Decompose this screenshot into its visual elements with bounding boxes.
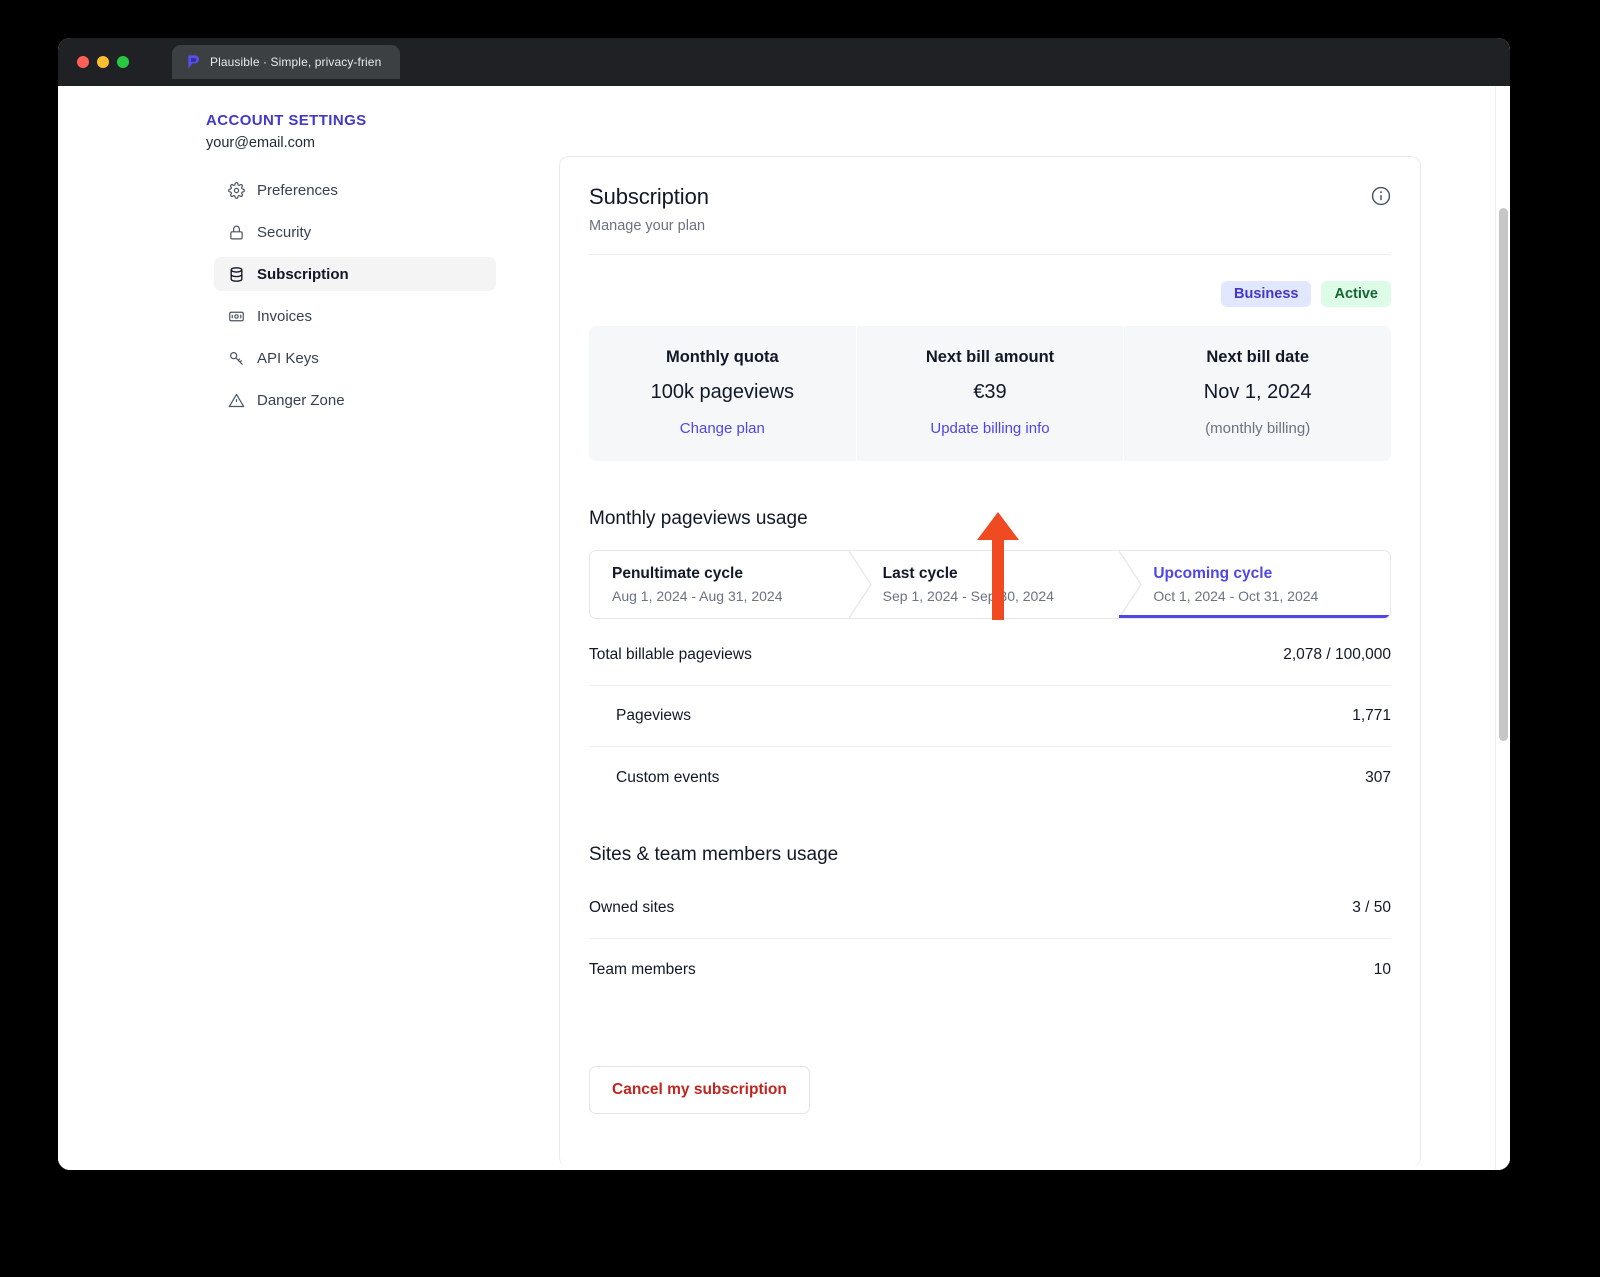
row-value: 10 <box>1373 960 1391 978</box>
warning-triangle-icon <box>228 393 245 407</box>
cycle-range: Aug 1, 2024 - Aug 31, 2024 <box>612 588 783 604</box>
table-row: Custom events 307 <box>589 747 1391 808</box>
stat-next-bill-amount: Next bill amount €39 Update billing info <box>855 326 1124 461</box>
stat-label: Monthly quota <box>665 348 779 366</box>
sidebar-item-preferences[interactable]: Preferences <box>214 173 496 207</box>
row-value: 1,771 <box>1352 707 1391 724</box>
stat-value: Nov 1, 2024 <box>1203 381 1312 403</box>
browser-window: Plausible · Simple, privacy-frien ACCOUN… <box>58 38 1510 1170</box>
lock-icon <box>230 225 243 239</box>
stat-value: €39 <box>973 381 1007 403</box>
stat-next-bill-date: Next bill date Nov 1, 2024 (monthly bill… <box>1123 326 1391 461</box>
sites-usage-rows: Owned sites 3 / 50 Team members 10 <box>560 878 1420 1000</box>
cycle-range: Sep 1, 2024 - Sep 30, 2024 <box>882 588 1054 604</box>
tab-last-cycle[interactable]: Last cycle Sep 1, 2024 - Sep 30, 2024 <box>848 551 1120 618</box>
browser-titlebar: Plausible · Simple, privacy-frien <box>58 38 1510 86</box>
sidebar-nav: Preferences Security Subscription Invoic… <box>206 173 496 425</box>
minimize-button[interactable] <box>97 56 109 68</box>
pageviews-usage-heading: Monthly pageviews usage <box>589 508 808 529</box>
subscription-badges: Business Active <box>560 255 1420 307</box>
sites-usage-heading: Sites & team members usage <box>589 844 839 865</box>
card-header: Subscription Manage your plan <box>560 157 1420 234</box>
row-label: Total billable pageviews <box>589 646 752 663</box>
row-value: 307 <box>1365 768 1391 786</box>
row-value: 3 / 50 <box>1352 899 1391 916</box>
plan-badge: Business <box>1220 281 1312 307</box>
vertical-scrollbar-track[interactable] <box>1495 86 1510 1170</box>
cancel-subscription-area: Cancel my subscription <box>560 1066 1420 1114</box>
pageviews-usage-rows: Total billable pageviews 2,078 / 100,000… <box>560 625 1420 808</box>
tab-penultimate-cycle[interactable]: Penultimate cycle Aug 1, 2024 - Aug 31, … <box>590 551 849 618</box>
sidebar-item-label: Security <box>257 223 312 241</box>
page-content: ACCOUNT SETTINGS your@email.com Preferen… <box>58 86 1510 1170</box>
sidebar-heading: ACCOUNT SETTINGS <box>206 112 367 129</box>
account-settings-sidebar: ACCOUNT SETTINGS your@email.com Preferen… <box>206 112 496 425</box>
stat-value: 100k pageviews <box>650 381 795 403</box>
sidebar-item-subscription[interactable]: Subscription <box>214 257 496 291</box>
banknote-icon <box>229 311 244 321</box>
change-plan-link[interactable]: Change plan <box>599 420 846 437</box>
table-row: Total billable pageviews 2,078 / 100,000 <box>589 625 1391 686</box>
sidebar-item-api-keys[interactable]: API Keys <box>214 341 496 375</box>
info-circle-icon[interactable] <box>1370 185 1392 207</box>
sidebar-item-label: Danger Zone <box>257 391 345 409</box>
stat-label: Next bill amount <box>925 348 1055 366</box>
browser-tab[interactable]: Plausible · Simple, privacy-frien <box>172 45 400 79</box>
sidebar-user-email: your@email.com <box>206 135 315 151</box>
browser-tab-title: Plausible · Simple, privacy-frien <box>210 55 382 69</box>
stat-monthly-quota: Monthly quota 100k pageviews Change plan <box>589 326 856 461</box>
table-row: Team members 10 <box>589 939 1391 1000</box>
close-button[interactable] <box>77 56 89 68</box>
table-row: Pageviews 1,771 <box>589 686 1391 747</box>
key-icon <box>230 351 243 365</box>
cycle-name: Upcoming cycle <box>1153 565 1273 582</box>
sidebar-item-label: Subscription <box>257 265 349 283</box>
cycle-range: Oct 1, 2024 - Oct 31, 2024 <box>1153 588 1319 604</box>
vertical-scrollbar-thumb[interactable] <box>1499 208 1508 741</box>
status-badge: Active <box>1321 281 1391 307</box>
sidebar-item-danger-zone[interactable]: Danger Zone <box>214 383 496 417</box>
maximize-button[interactable] <box>117 56 129 68</box>
row-value: 2,078 / 100,000 <box>1283 646 1391 663</box>
sidebar-item-label: API Keys <box>257 349 319 367</box>
row-label: Owned sites <box>589 899 675 916</box>
tab-upcoming-cycle[interactable]: Upcoming cycle Oct 1, 2024 - Oct 31, 202… <box>1119 551 1390 618</box>
billing-cycle-tabs: Penultimate cycle Aug 1, 2024 - Aug 31, … <box>589 550 1391 619</box>
sidebar-item-invoices[interactable]: Invoices <box>214 299 496 333</box>
sidebar-item-label: Invoices <box>257 307 313 325</box>
stat-label: Next bill date <box>1206 348 1310 366</box>
plausible-logo-icon <box>188 55 199 69</box>
sidebar-item-security[interactable]: Security <box>214 215 496 249</box>
update-billing-info-link[interactable]: Update billing info <box>867 420 1114 437</box>
table-row: Owned sites 3 / 50 <box>589 878 1391 939</box>
window-traffic-lights <box>77 56 129 68</box>
gear-icon <box>228 181 245 199</box>
subscription-card: Subscription Manage your plan Business A… <box>559 156 1421 1167</box>
page-title: Subscription <box>589 184 709 209</box>
cycle-name: Penultimate cycle <box>612 565 743 582</box>
chevron-separator-icon <box>1119 551 1143 618</box>
row-label: Custom events <box>616 768 720 786</box>
chevron-separator-icon <box>848 551 872 618</box>
cancel-subscription-button[interactable]: Cancel my subscription <box>589 1066 810 1114</box>
billing-frequency-note: (monthly billing) <box>1205 420 1311 437</box>
page-subtitle: Manage your plan <box>589 218 706 234</box>
row-label: Team members <box>589 960 696 978</box>
database-icon <box>230 266 243 282</box>
row-label: Pageviews <box>616 707 691 724</box>
subscription-stats: Monthly quota 100k pageviews Change plan… <box>589 326 1391 461</box>
sidebar-item-label: Preferences <box>257 181 338 199</box>
cycle-name: Last cycle <box>882 565 958 582</box>
